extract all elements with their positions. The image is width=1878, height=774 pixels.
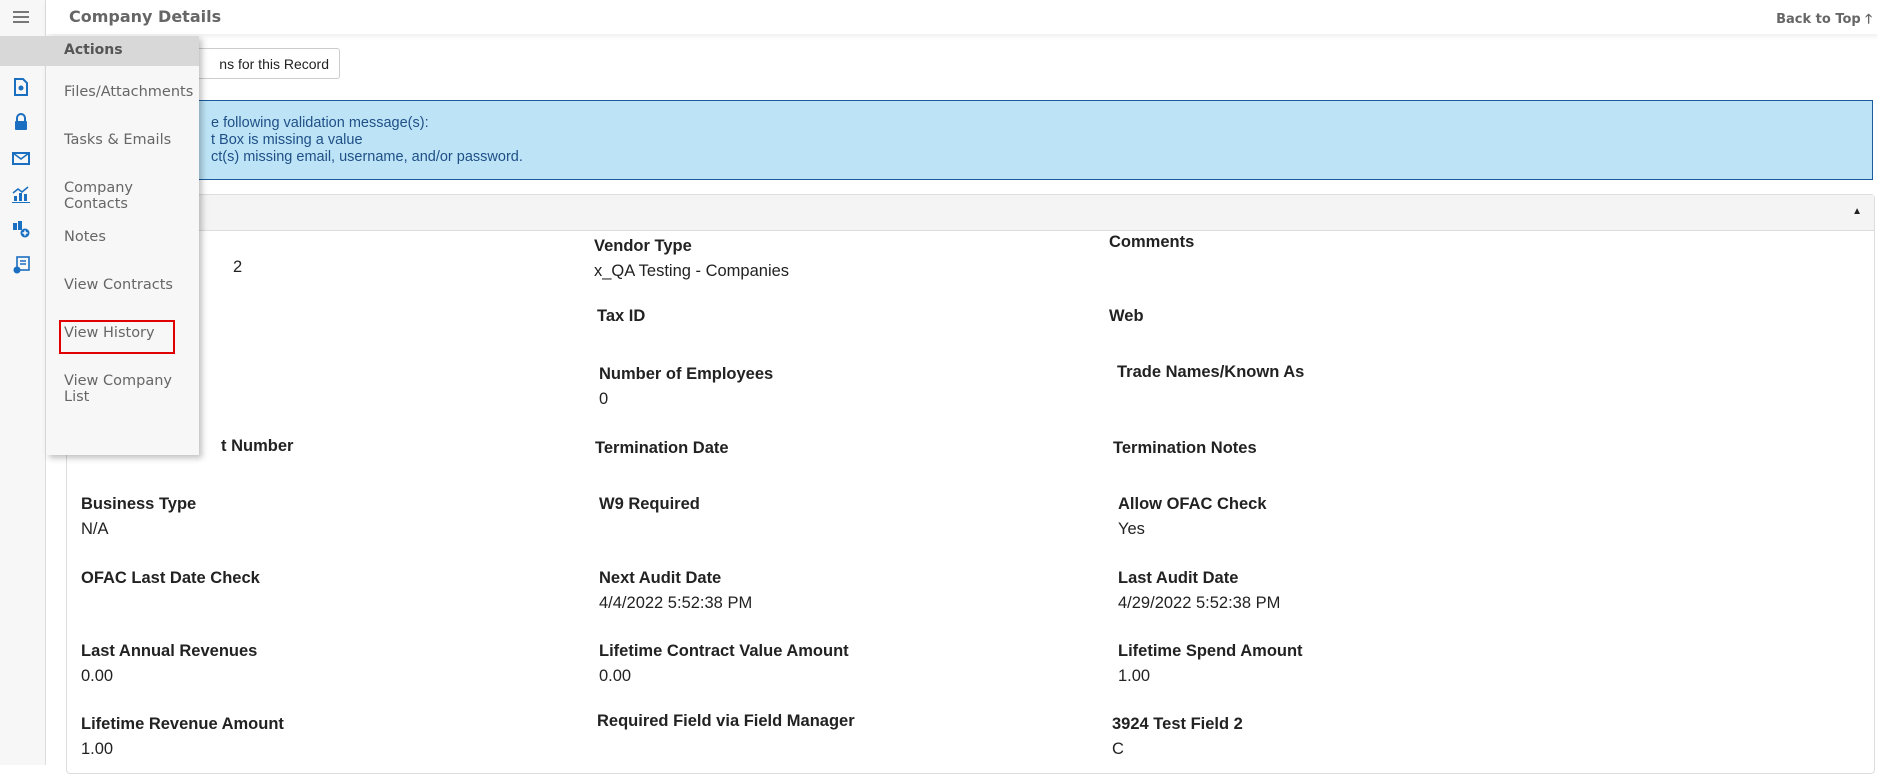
field: Web xyxy=(1109,307,1144,332)
field: Lifetime Revenue Amount 1.00 xyxy=(81,715,284,759)
envelope-icon[interactable] xyxy=(10,147,32,169)
field-value: 4/4/2022 5:52:38 PM xyxy=(599,594,753,612)
field-value-fragment: 2 xyxy=(233,258,243,276)
menu-item-files-attachments[interactable]: Files/Attachments xyxy=(64,84,193,100)
field-label: Tax ID xyxy=(597,307,646,325)
field: Vendor Type x_QA Testing - Companies xyxy=(594,237,789,281)
validation-line: e following validation message(s): xyxy=(211,115,429,131)
document-settings-icon[interactable] xyxy=(10,76,32,98)
menu-item-view-contracts[interactable]: View Contracts xyxy=(64,277,173,293)
field-value: x_QA Testing - Companies xyxy=(594,262,790,280)
lock-icon[interactable] xyxy=(10,111,32,133)
actions-menu-title: Actions xyxy=(64,42,123,58)
field: Required Field via Field Manager xyxy=(597,712,855,737)
field-label: OFAC Last Date Check xyxy=(81,569,260,587)
field: Lifetime Contract Value Amount 0.00 xyxy=(599,642,849,686)
menu-item-company-contacts[interactable]: Company Contacts xyxy=(64,180,199,212)
field: Termination Notes xyxy=(1113,439,1257,464)
field: Last Annual Revenues 0.00 xyxy=(81,642,257,686)
field: Next Audit Date 4/4/2022 5:52:38 PM xyxy=(599,569,752,613)
actions-menu: Actions Files/Attachments Tasks & Emails… xyxy=(0,36,199,455)
field-label: W9 Required xyxy=(599,495,700,513)
field-value: 4/29/2022 5:52:38 PM xyxy=(1118,594,1281,612)
field-label: Last Audit Date xyxy=(1118,569,1239,587)
back-to-top-link[interactable]: Back to Top 🡑 xyxy=(1776,10,1872,32)
field-value: 1.00 xyxy=(1118,667,1151,685)
collapse-icon[interactable]: ▲ xyxy=(1852,206,1862,217)
field: Number of Employees 0 xyxy=(599,365,773,409)
field: 3924 Test Field 2 C xyxy=(1112,715,1243,759)
menu-item-tasks-emails[interactable]: Tasks & Emails xyxy=(64,132,171,148)
back-to-top-label: Back to Top xyxy=(1776,12,1861,27)
field-label-fragment: t Number xyxy=(221,437,294,455)
org-add-icon[interactable] xyxy=(10,218,32,240)
field-value: N/A xyxy=(81,520,109,538)
field: Lifetime Spend Amount 1.00 xyxy=(1118,642,1303,686)
menu-item-notes[interactable]: Notes xyxy=(64,229,106,245)
sidebar xyxy=(0,0,46,765)
company-details-panel: ▲ xyxy=(66,194,1875,774)
field-label: Lifetime Revenue Amount xyxy=(81,715,284,733)
field-value: 0 xyxy=(599,390,609,408)
field: Tax ID xyxy=(597,307,645,332)
panel-header[interactable]: ▲ xyxy=(67,195,1874,231)
field-value: 0.00 xyxy=(81,667,114,685)
field-value: 0.00 xyxy=(599,667,632,685)
menu-item-view-company-list[interactable]: View Company List xyxy=(64,373,199,405)
field: Allow OFAC Check Yes xyxy=(1118,495,1267,539)
field-label: Last Annual Revenues xyxy=(81,642,258,660)
actions-menu-header[interactable]: Actions xyxy=(0,36,199,66)
validation-message-box: e following validation message(s): t Box… xyxy=(66,100,1873,180)
field: Business Type N/A xyxy=(81,495,196,539)
field-label: Vendor Type xyxy=(594,237,692,255)
field: OFAC Last Date Check xyxy=(81,569,260,594)
form-settings-icon[interactable] xyxy=(10,254,32,276)
field: Last Audit Date 4/29/2022 5:52:38 PM xyxy=(1118,569,1280,613)
field: Termination Date xyxy=(595,439,729,464)
field: W9 Required xyxy=(599,495,700,520)
validation-line: ct(s) missing email, username, and/or pa… xyxy=(211,149,523,165)
field: Trade Names/Known As xyxy=(1117,363,1304,388)
field-value: Yes xyxy=(1118,520,1145,538)
page-title: Company Details xyxy=(69,7,222,26)
field-value: 1.00 xyxy=(81,740,114,758)
field: Comments xyxy=(1109,233,1194,258)
field-value: C xyxy=(1112,740,1124,758)
field-label: 3924 Test Field 2 xyxy=(1112,715,1243,733)
field-label: Web xyxy=(1109,307,1144,325)
chart-icon[interactable] xyxy=(10,183,32,205)
field-label: Required Field via Field Manager xyxy=(597,712,855,730)
field-label: Trade Names/Known As xyxy=(1117,363,1305,381)
field-label: Next Audit Date xyxy=(599,569,722,587)
menu-icon[interactable] xyxy=(10,6,32,28)
field-label: Comments xyxy=(1109,233,1195,251)
field-label: Number of Employees xyxy=(599,365,774,383)
validation-line: t Box is missing a value xyxy=(211,132,363,148)
field-label: Lifetime Contract Value Amount xyxy=(599,642,849,660)
field-label: Allow OFAC Check xyxy=(1118,495,1267,513)
field-label: Termination Date xyxy=(595,439,729,457)
highlight-box xyxy=(59,320,175,354)
field-label: Business Type xyxy=(81,495,197,513)
arrow-up-icon: 🡑 xyxy=(1865,12,1872,27)
field-label: Termination Notes xyxy=(1113,439,1257,457)
page-header: Company Details Back to Top 🡑 xyxy=(46,0,1878,34)
field-label: Lifetime Spend Amount xyxy=(1118,642,1303,660)
